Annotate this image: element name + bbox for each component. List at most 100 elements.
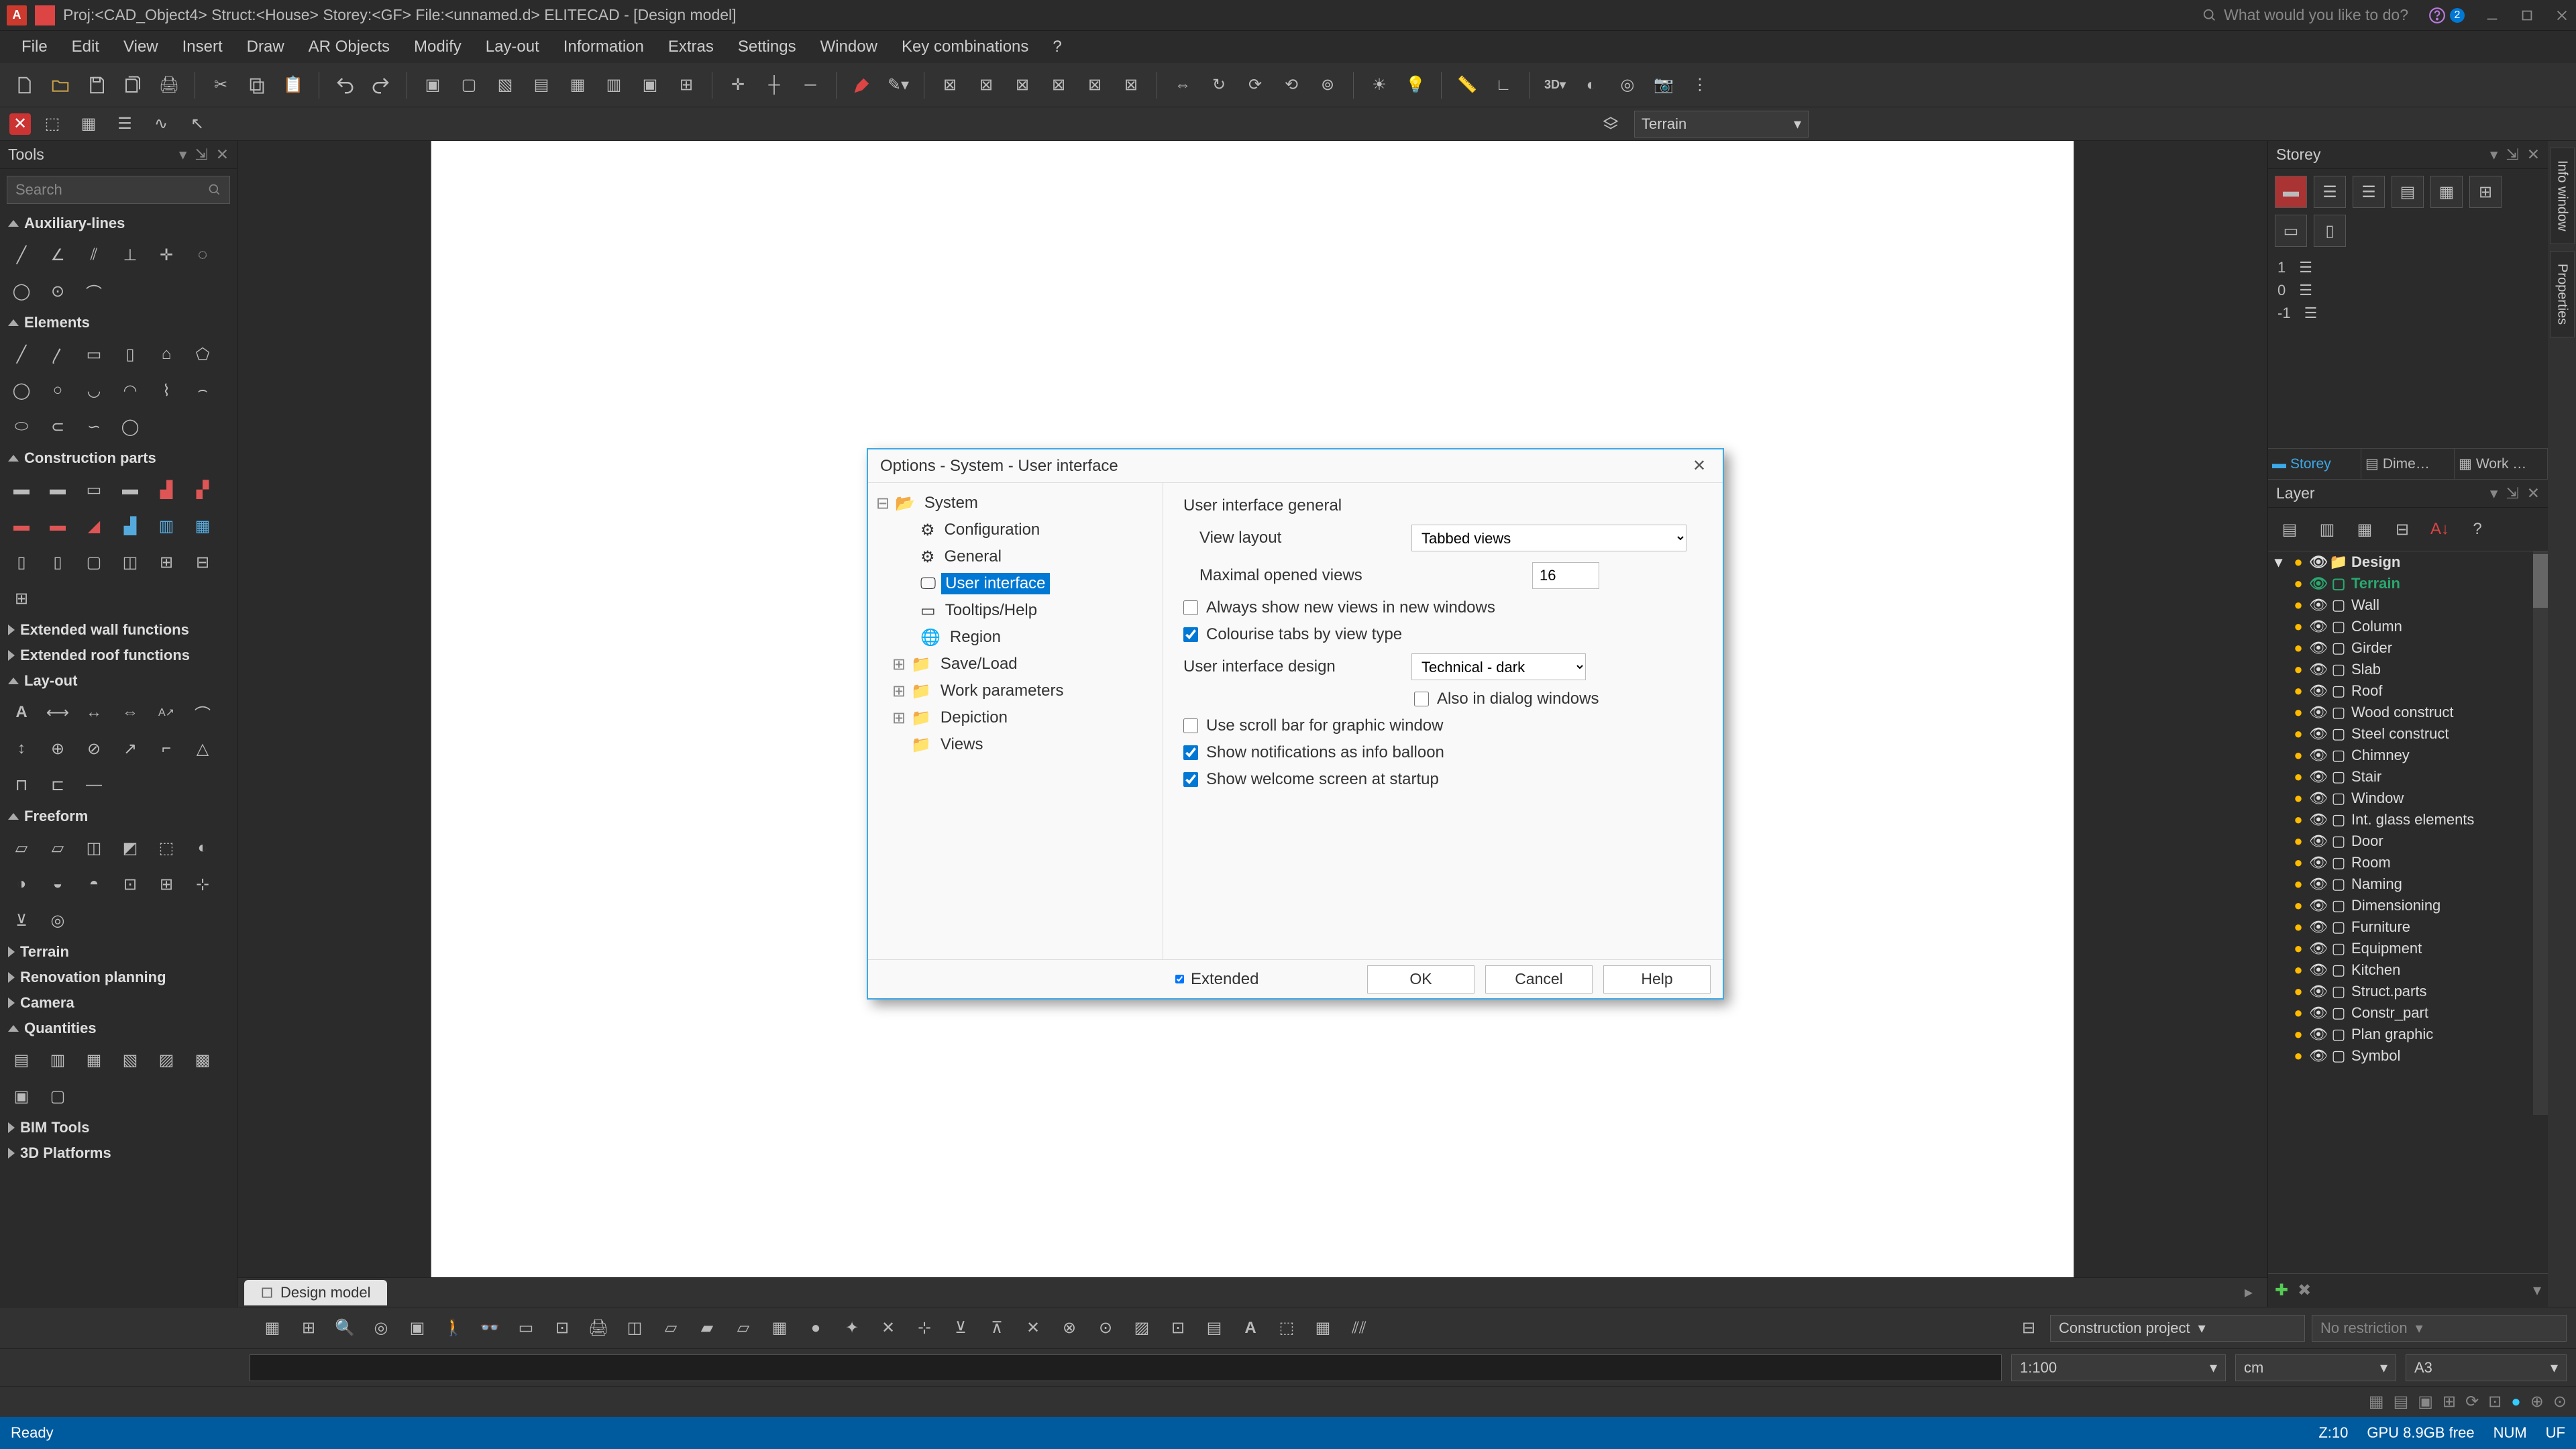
- cp-roof2-icon[interactable]: ▞: [186, 474, 219, 506]
- restriction-dropdown[interactable]: No restriction▾: [2312, 1315, 2567, 1342]
- tree-save[interactable]: ⊞📁Save/Load: [873, 651, 1157, 678]
- close-icon[interactable]: [2555, 8, 2569, 23]
- bt-16-icon[interactable]: ●: [801, 1313, 830, 1343]
- tb-view2-icon[interactable]: ◎: [1613, 70, 1642, 100]
- tb-win8-icon[interactable]: ⊞: [672, 70, 701, 100]
- tb-new-icon[interactable]: [9, 70, 39, 100]
- storey-tab-dim[interactable]: ▤ Dime…: [2361, 449, 2455, 479]
- storey-ic1[interactable]: ▬: [2275, 176, 2307, 208]
- tb-saveall-icon[interactable]: [118, 70, 148, 100]
- st-ic9[interactable]: ⊙: [2553, 1392, 2567, 1411]
- section-quant[interactable]: Quantities: [0, 1016, 237, 1041]
- tb-x1-icon[interactable]: ⊠: [935, 70, 965, 100]
- el-rect2-icon[interactable]: ▯: [114, 338, 146, 370]
- tb-x4-icon[interactable]: ⊠: [1044, 70, 1073, 100]
- ff-3-icon[interactable]: ◫: [78, 832, 110, 864]
- layer-add-icon[interactable]: ✚: [2275, 1281, 2288, 1300]
- storey-ic4[interactable]: ▤: [2392, 176, 2424, 208]
- ff-7-icon[interactable]: ◑: [5, 868, 38, 900]
- tb-edit-icon[interactable]: ✎▾: [883, 70, 913, 100]
- layer-row[interactable]: ●👁▢Door: [2268, 830, 2548, 852]
- bt-10-icon[interactable]: 🖨: [584, 1313, 613, 1343]
- tb-win7-icon[interactable]: ▣: [635, 70, 665, 100]
- menu-settings[interactable]: Settings: [726, 32, 808, 62]
- bt-18-icon[interactable]: ✕: [873, 1313, 903, 1343]
- tree-work[interactable]: ⊞📁Work parameters: [873, 678, 1157, 704]
- cp-w1-icon[interactable]: ▢: [78, 546, 110, 578]
- tb-undo-icon[interactable]: [330, 70, 360, 100]
- el-arc-icon[interactable]: ◡: [78, 374, 110, 407]
- menu-draw[interactable]: Draw: [235, 32, 297, 62]
- tree-region[interactable]: 🌐Region: [873, 624, 1157, 651]
- tb2-close-icon[interactable]: ✕: [9, 113, 31, 135]
- lyr-ic1[interactable]: ▤: [2273, 513, 2306, 545]
- el-pent-icon[interactable]: ⬠: [186, 338, 219, 370]
- cp-s1-icon[interactable]: ▟: [114, 510, 146, 542]
- lo-dim3-icon[interactable]: ⇔: [114, 696, 146, 729]
- side-tab-props[interactable]: Properties: [2550, 251, 2575, 337]
- lo-dim4-icon[interactable]: A↗: [150, 696, 182, 729]
- menu-information[interactable]: Information: [551, 32, 656, 62]
- lo-dim1-icon[interactable]: ⟷: [42, 696, 74, 729]
- tb-plus-icon[interactable]: ┼: [759, 70, 789, 100]
- el-shape-icon[interactable]: ⌂: [150, 338, 182, 370]
- el-arc2-icon[interactable]: ◠: [114, 374, 146, 407]
- tb2-curve-icon[interactable]: ∿: [146, 109, 176, 139]
- storey-vis-icon[interactable]: ☰: [2299, 259, 2312, 276]
- layer-row[interactable]: ●👁▢Window: [2268, 788, 2548, 809]
- tb-x2-icon[interactable]: ⊠: [971, 70, 1001, 100]
- bt-27-icon[interactable]: ▤: [1199, 1313, 1229, 1343]
- section-aux-lines[interactable]: Auxiliary-lines: [0, 211, 237, 236]
- tb-win2-icon[interactable]: ▢: [454, 70, 484, 100]
- bt-9-icon[interactable]: ⊡: [547, 1313, 577, 1343]
- layer-row[interactable]: ●👁▢Wood construct: [2268, 702, 2548, 723]
- chk-scroll-row[interactable]: Use scroll bar for graphic window: [1183, 712, 1703, 739]
- el-arc3-icon[interactable]: ⌢: [186, 374, 219, 407]
- layer-row[interactable]: ●👁▢Plan graphic: [2268, 1024, 2548, 1045]
- lyr-ic6[interactable]: ?: [2461, 513, 2493, 545]
- ff-4-icon[interactable]: ◩: [114, 832, 146, 864]
- menu-file[interactable]: File: [9, 32, 60, 62]
- el-blob-icon[interactable]: ◯: [114, 411, 146, 443]
- tree-tooltips[interactable]: ▭Tooltips/Help: [873, 597, 1157, 624]
- el-line-icon[interactable]: ╱: [5, 338, 38, 370]
- bt-grip-icon[interactable]: ⊟: [2014, 1313, 2043, 1343]
- layer-scrollbar[interactable]: [2533, 551, 2548, 1115]
- bt-21-icon[interactable]: ⊼: [982, 1313, 1012, 1343]
- tb-cursor-icon[interactable]: ✛: [723, 70, 753, 100]
- chk-newwin-row[interactable]: Always show new views in new windows: [1183, 594, 1703, 621]
- storey-ic3[interactable]: ☰: [2353, 176, 2385, 208]
- st-ic8[interactable]: ⊕: [2530, 1392, 2544, 1411]
- tb-rot1-icon[interactable]: ↻: [1204, 70, 1234, 100]
- tree-config[interactable]: ⚙Configuration: [873, 517, 1157, 543]
- panel-pin-icon[interactable]: ⇲: [2506, 146, 2518, 164]
- panel-menu-icon[interactable]: ▾: [2490, 146, 2498, 164]
- st-ic5[interactable]: ⟳: [2465, 1392, 2479, 1411]
- storey-ic7[interactable]: ▭: [2275, 215, 2307, 247]
- menu-view[interactable]: View: [111, 32, 170, 62]
- ff-2-icon[interactable]: ▱: [42, 832, 74, 864]
- tb2-grid-icon[interactable]: ▦: [74, 109, 103, 139]
- chk-newwin[interactable]: [1183, 600, 1198, 615]
- cp-roof5-icon[interactable]: ◢: [78, 510, 110, 542]
- section-constr[interactable]: Construction parts: [0, 445, 237, 471]
- section-elements[interactable]: Elements: [0, 310, 237, 335]
- ff-13-icon[interactable]: ⊻: [5, 904, 38, 936]
- storey-row[interactable]: 0☰: [2277, 279, 2538, 302]
- layer-row[interactable]: ●👁▢Chimney: [2268, 745, 2548, 766]
- tree-depiction[interactable]: ⊞📁Depiction: [873, 704, 1157, 731]
- aux-perp-icon[interactable]: ⊥: [114, 239, 146, 271]
- ff-11-icon[interactable]: ⊞: [150, 868, 182, 900]
- q-4-icon[interactable]: ▧: [114, 1044, 146, 1076]
- aux-circ3-icon[interactable]: ⊙: [42, 275, 74, 307]
- layer-row[interactable]: ●👁▢Roof: [2268, 680, 2548, 702]
- ff-1-icon[interactable]: ▱: [5, 832, 38, 864]
- panel-pin-icon[interactable]: ⇲: [195, 146, 207, 164]
- st-ic1[interactable]: ▦: [2369, 1392, 2384, 1411]
- cp-s5-icon[interactable]: ▯: [42, 546, 74, 578]
- layer-row[interactable]: ●👁▢Naming: [2268, 873, 2548, 895]
- bt-14-icon[interactable]: ▱: [729, 1313, 758, 1343]
- tb2-sel-icon[interactable]: ⬚: [38, 109, 67, 139]
- lo-b1-icon[interactable]: ⌐: [150, 733, 182, 765]
- storey-ic8[interactable]: ▯: [2314, 215, 2346, 247]
